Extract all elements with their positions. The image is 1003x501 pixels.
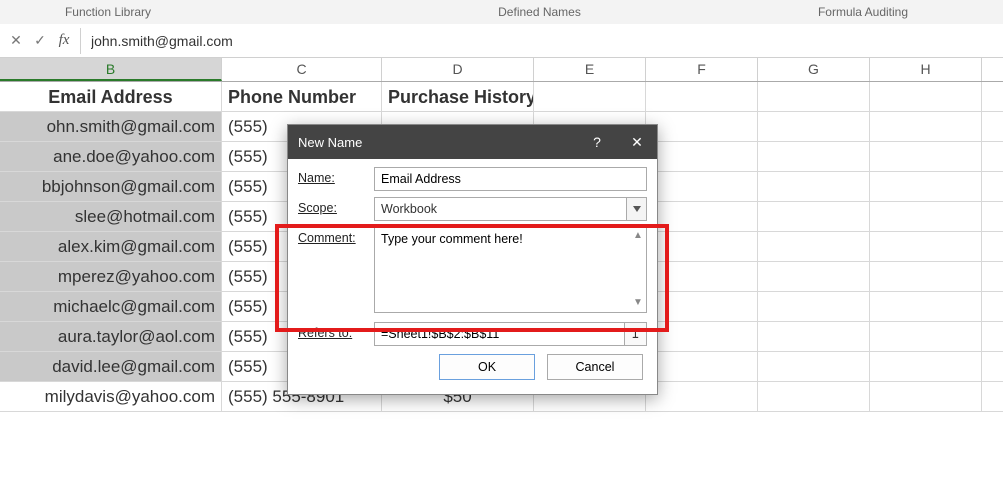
divider [80, 28, 81, 54]
comment-textarea[interactable] [374, 227, 647, 313]
cell[interactable] [646, 172, 758, 201]
cell[interactable] [758, 112, 870, 141]
formula-accept-icon[interactable]: ✓ [28, 29, 52, 53]
cell[interactable] [646, 142, 758, 171]
name-field[interactable] [374, 167, 647, 191]
column-header-d[interactable]: D [382, 58, 534, 81]
formula-cancel-icon[interactable]: ✕ [4, 29, 28, 53]
cell[interactable] [646, 202, 758, 231]
fx-icon[interactable]: fx [52, 29, 76, 53]
chevron-down-icon[interactable] [627, 197, 647, 221]
cell-email[interactable]: bbjohnson@gmail.com [0, 172, 222, 201]
ribbon-group-defined-names: Defined Names [216, 5, 723, 19]
ok-button[interactable]: OK [439, 354, 535, 380]
column-header-b[interactable]: B [0, 58, 222, 81]
scroll-down-icon[interactable]: ▼ [631, 296, 645, 310]
scope-label: Scope: [298, 197, 374, 215]
cell[interactable] [870, 202, 982, 231]
refers-to-field[interactable] [374, 322, 625, 346]
cell[interactable] [646, 322, 758, 351]
cell[interactable] [758, 382, 870, 411]
cell-header-c[interactable]: Phone Number [222, 82, 382, 111]
cell[interactable] [646, 352, 758, 381]
close-icon[interactable]: ✕ [617, 125, 657, 159]
ribbon-group-labels: Function Library Defined Names Formula A… [0, 0, 1003, 24]
scope-select[interactable]: Workbook [374, 197, 627, 221]
cell[interactable] [646, 112, 758, 141]
refers-to-label: Refers to: [298, 322, 374, 340]
column-header-f[interactable]: F [646, 58, 758, 81]
name-label: Name: [298, 167, 374, 185]
cell[interactable] [646, 262, 758, 291]
collapse-dialog-icon[interactable]: ↥ [625, 322, 647, 346]
cell[interactable] [758, 202, 870, 231]
cell[interactable] [870, 172, 982, 201]
cell[interactable] [870, 382, 982, 411]
cell-email[interactable]: alex.kim@gmail.com [0, 232, 222, 261]
cell[interactable] [758, 292, 870, 321]
cell[interactable] [870, 262, 982, 291]
cell[interactable] [646, 82, 758, 111]
cell[interactable] [534, 82, 646, 111]
column-header-h[interactable]: H [870, 58, 982, 81]
cell[interactable] [646, 232, 758, 261]
column-header-e[interactable]: E [534, 58, 646, 81]
ribbon-group-formula-auditing: Formula Auditing [723, 5, 1003, 19]
cancel-button[interactable]: Cancel [547, 354, 643, 380]
ribbon-group-function-library: Function Library [0, 5, 216, 19]
cell[interactable] [870, 232, 982, 261]
cell-header-d[interactable]: Purchase History [382, 82, 534, 111]
cell-email[interactable]: ane.doe@yahoo.com [0, 142, 222, 171]
formula-bar: ✕ ✓ fx [0, 24, 1003, 58]
cell[interactable] [758, 142, 870, 171]
help-icon[interactable]: ? [577, 125, 617, 159]
cell-email[interactable]: ohn.smith@gmail.com [0, 112, 222, 141]
column-headers: B C D E F G H [0, 58, 1003, 82]
new-name-dialog: New Name ? ✕ Name: Scope: Workbook Comme… [287, 124, 658, 395]
cell-header-b[interactable]: Email Address [0, 82, 222, 111]
column-header-c[interactable]: C [222, 58, 382, 81]
dialog-titlebar[interactable]: New Name ? ✕ [288, 125, 657, 159]
dialog-body: Name: Scope: Workbook Comment: ▲ ▼ Refer… [288, 159, 657, 394]
cell[interactable] [758, 232, 870, 261]
cell-email[interactable]: david.lee@gmail.com [0, 352, 222, 381]
cell[interactable] [758, 172, 870, 201]
cell[interactable] [758, 262, 870, 291]
comment-label: Comment: [298, 227, 374, 245]
cell[interactable] [758, 322, 870, 351]
cell-email[interactable]: aura.taylor@aol.com [0, 322, 222, 351]
cell[interactable] [870, 292, 982, 321]
cell-email[interactable]: milydavis@yahoo.com [0, 382, 222, 411]
header-row: Email Address Phone Number Purchase Hist… [0, 82, 1003, 112]
formula-input[interactable] [85, 28, 1003, 54]
scroll-up-icon[interactable]: ▲ [631, 229, 645, 243]
column-header-g[interactable]: G [758, 58, 870, 81]
cell[interactable] [870, 352, 982, 381]
cell[interactable] [646, 292, 758, 321]
cell[interactable] [870, 112, 982, 141]
cell[interactable] [758, 82, 870, 111]
cell[interactable] [870, 142, 982, 171]
cell-email[interactable]: michaelc@gmail.com [0, 292, 222, 321]
cell[interactable] [870, 82, 982, 111]
cell[interactable] [870, 322, 982, 351]
cell[interactable] [758, 352, 870, 381]
cell-email[interactable]: slee@hotmail.com [0, 202, 222, 231]
cell-email[interactable]: mperez@yahoo.com [0, 262, 222, 291]
dialog-title-text: New Name [298, 135, 362, 150]
cell[interactable] [646, 382, 758, 411]
